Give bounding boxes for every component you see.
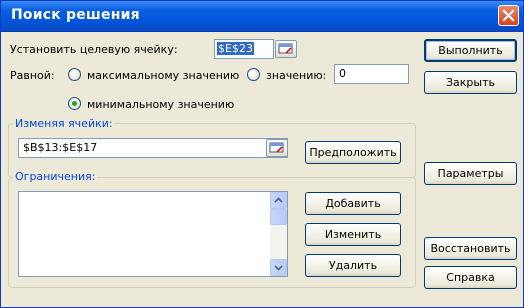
changing-cells-collapse-button[interactable] [266, 139, 288, 157]
value-of-label: значению: [266, 69, 327, 82]
close-window-button[interactable] [498, 5, 519, 26]
changing-cells-label: Изменяя ячейки: [13, 117, 115, 130]
max-value-radio[interactable] [68, 68, 81, 81]
chevron-down-icon [274, 265, 283, 271]
close-icon [502, 9, 515, 22]
value-of-radio[interactable] [247, 68, 260, 81]
target-cell-label: Установить целевую ячейку: [10, 43, 178, 56]
help-button[interactable]: Справка [424, 266, 517, 289]
options-button[interactable]: Параметры [424, 162, 517, 185]
chevron-up-icon [274, 197, 283, 203]
scrollbar-thumb[interactable] [270, 209, 287, 225]
scroll-up-button[interactable] [270, 192, 287, 209]
add-constraint-button[interactable]: Добавить [305, 192, 401, 215]
delete-constraint-button[interactable]: Удалить [305, 254, 401, 277]
constraints-label: Ограничения: [13, 170, 98, 183]
title-bar[interactable]: Поиск решения [1, 1, 523, 32]
change-constraint-button[interactable]: Изменить [305, 223, 401, 246]
equal-to-label: Равной: [10, 69, 55, 82]
solve-button[interactable]: Выполнить [424, 39, 517, 62]
changing-cells-input[interactable]: $B$13:$E$17 [18, 138, 288, 158]
window-title: Поиск решения [11, 7, 140, 23]
collapse-dialog-icon [269, 142, 284, 153]
scroll-down-button[interactable] [270, 259, 287, 276]
target-cell-collapse-button[interactable] [275, 40, 297, 58]
constraints-scrollbar[interactable] [270, 192, 287, 276]
target-cell-input[interactable]: $E$23 [214, 39, 274, 59]
constraints-list[interactable] [18, 191, 288, 277]
target-cell-value: $E$23 [217, 42, 254, 55]
min-value-radio[interactable] [68, 97, 81, 110]
value-of-input[interactable]: 0 [334, 64, 409, 84]
solver-dialog: Поиск решения Установить целевую ячейку:… [0, 0, 524, 308]
guess-button[interactable]: Предположить [305, 141, 401, 164]
min-value-label: минимальному значению [87, 98, 235, 111]
close-button[interactable]: Закрыть [424, 71, 517, 94]
reset-all-button[interactable]: Восстановить [424, 237, 517, 260]
collapse-dialog-icon [278, 43, 293, 54]
max-value-label: максимальному значению [87, 69, 240, 82]
